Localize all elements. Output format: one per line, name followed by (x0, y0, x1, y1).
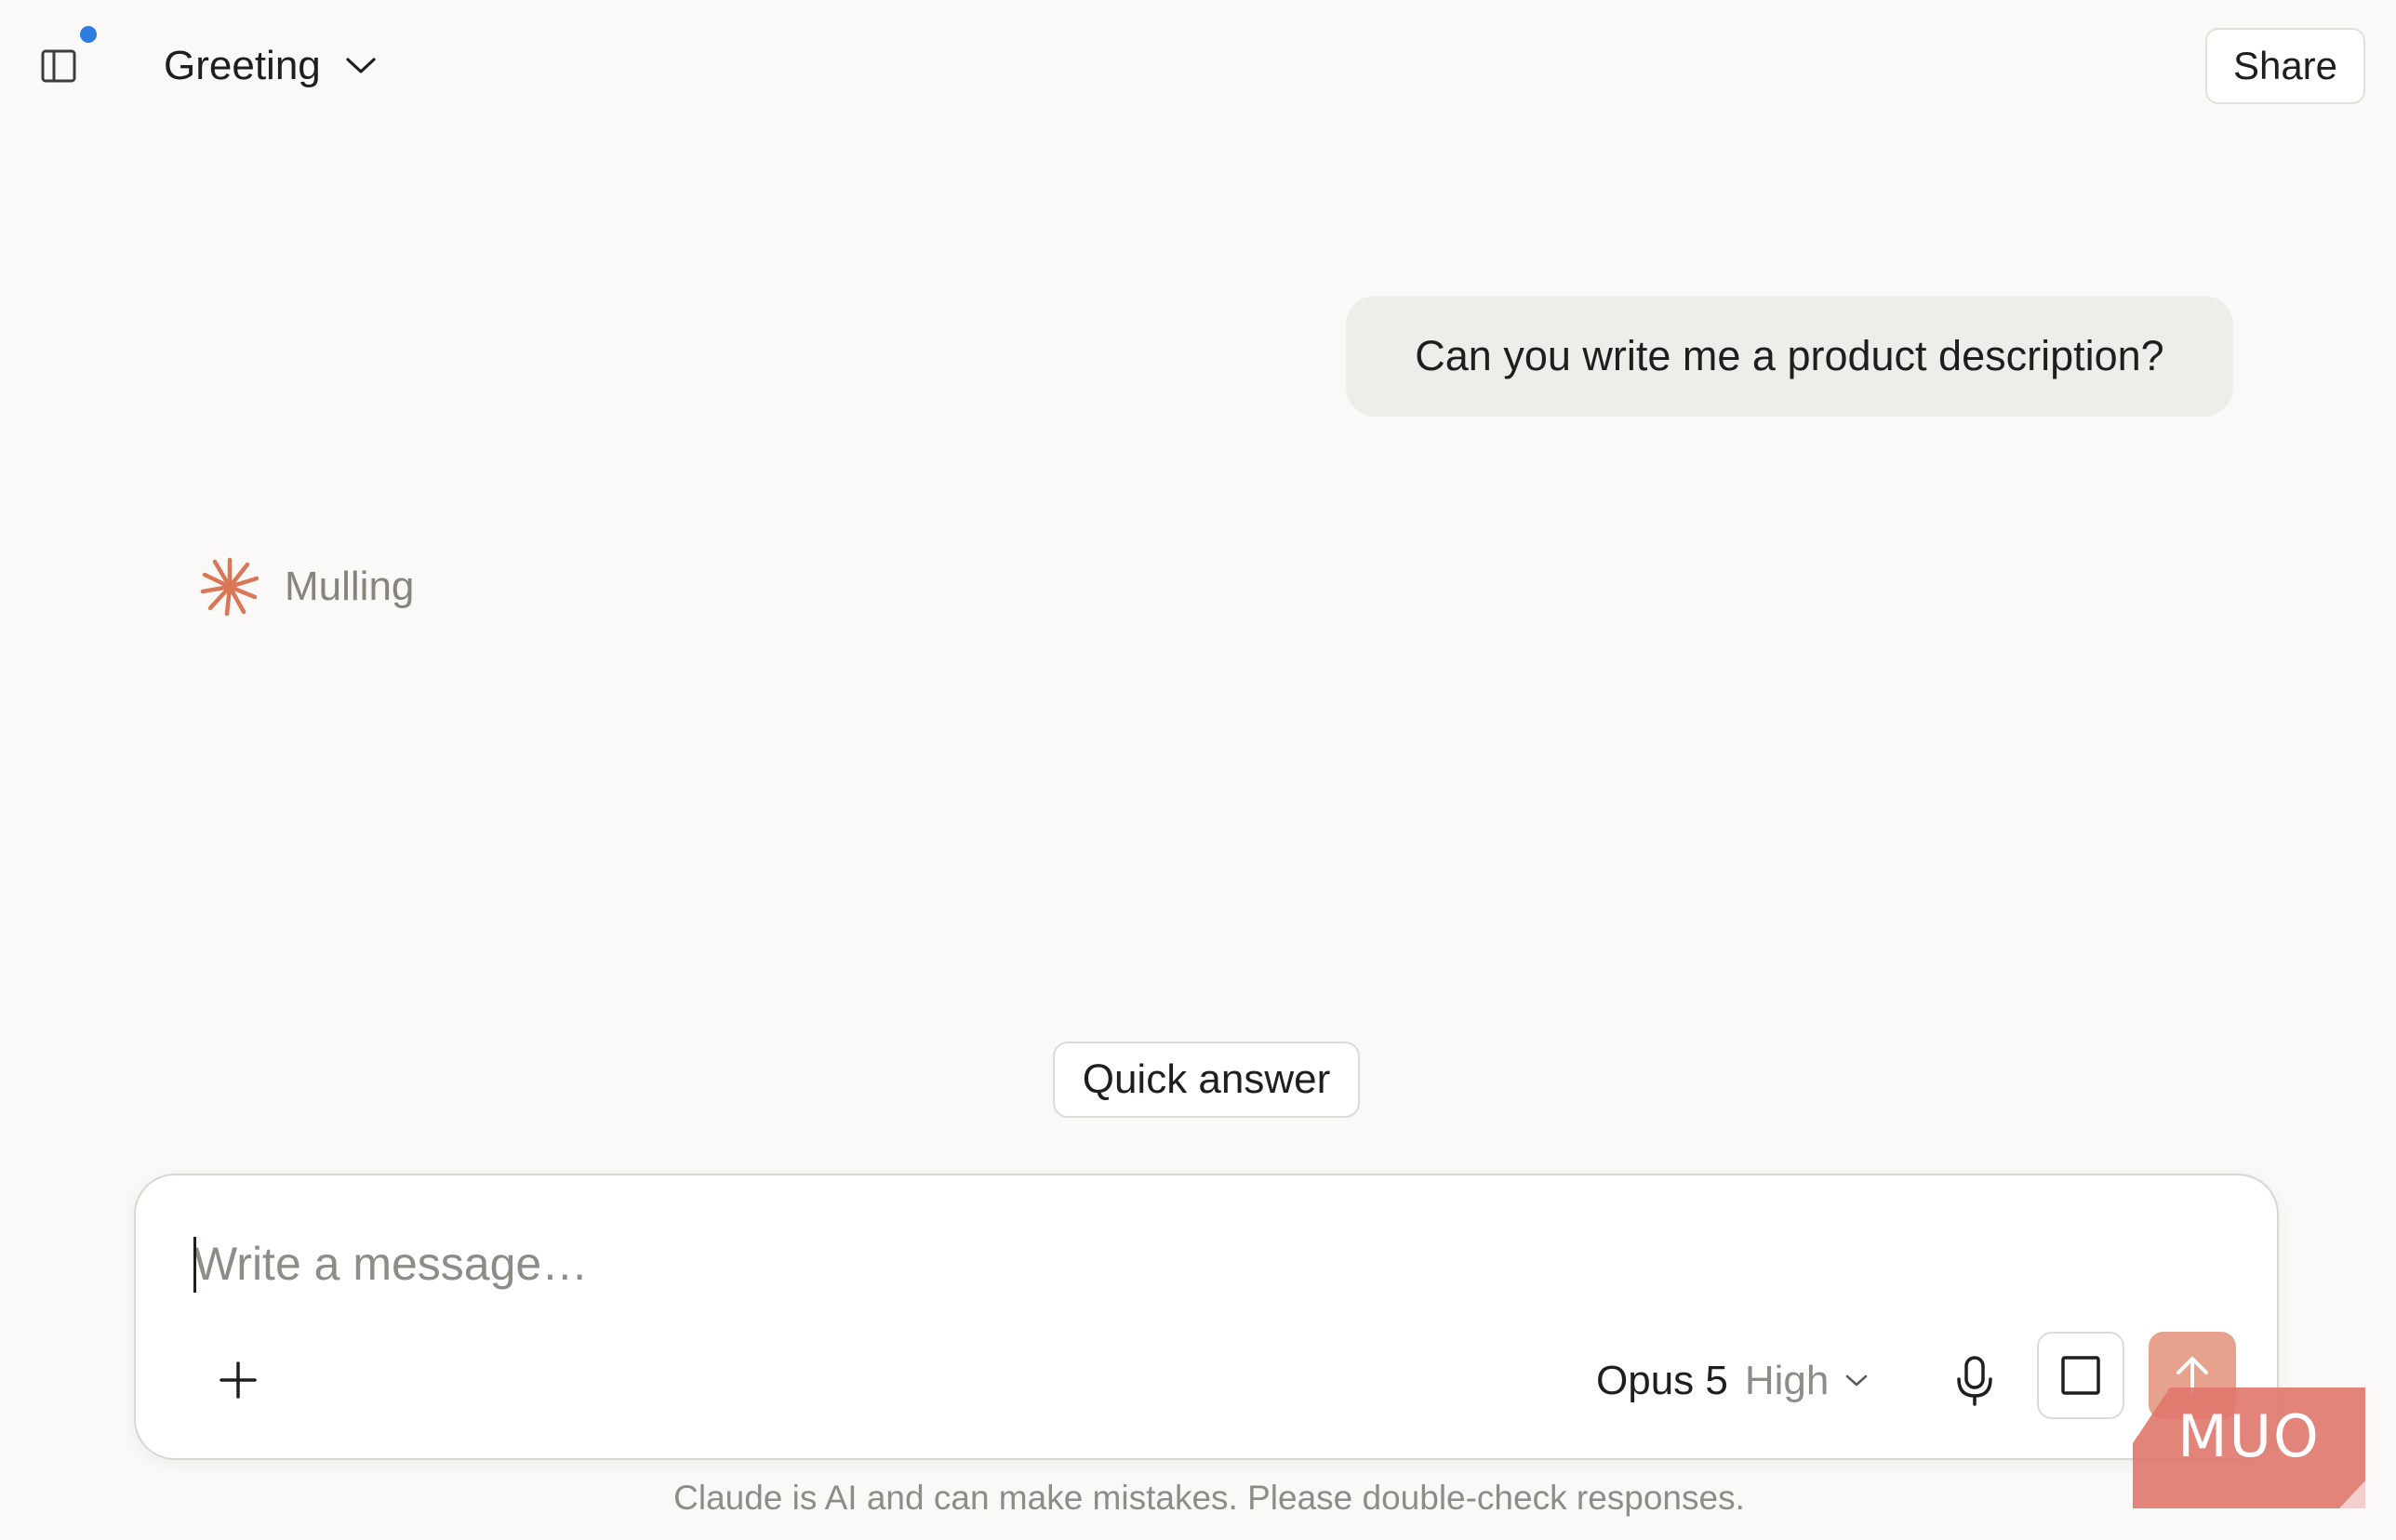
message-input[interactable] (193, 1231, 1496, 1296)
message-composer: Opus 5 High (134, 1174, 2279, 1460)
text-caret (193, 1237, 196, 1293)
notification-dot (80, 26, 97, 43)
model-name: Opus 5 (1596, 1358, 1728, 1403)
chat-app: Greeting Share Can you write me a produc… (0, 0, 2396, 1540)
voice-input-button[interactable] (1935, 1341, 2015, 1421)
microphone-icon (1957, 1356, 1992, 1406)
conversation-title: Greeting (164, 43, 321, 88)
model-selector[interactable]: Opus 5 High (1596, 1348, 1868, 1414)
stop-button[interactable] (2037, 1332, 2124, 1419)
sidebar-icon (41, 49, 76, 83)
assistant-status-text: Mulling (285, 564, 415, 609)
muo-watermark-logo: MUO (2133, 1387, 2365, 1508)
add-attachment-button[interactable] (201, 1343, 275, 1417)
conversation-title-menu[interactable]: Greeting (164, 33, 377, 99)
ai-disclaimer: Claude is AI and can make mistakes. Plea… (673, 1479, 1745, 1517)
sidebar-toggle-button[interactable] (33, 41, 84, 91)
stop-square-icon (2061, 1356, 2100, 1395)
quick-answer-button[interactable]: Quick answer (1053, 1042, 1360, 1118)
effort-level: High (1744, 1358, 1830, 1403)
claude-spark-icon (200, 557, 260, 617)
user-message: Can you write me a product description? (1346, 296, 2233, 417)
user-message-text: Can you write me a product description? (1415, 332, 2164, 379)
assistant-status: Mulling (199, 556, 414, 617)
plus-icon (220, 1361, 257, 1399)
chevron-down-icon (346, 58, 376, 73)
chevron-down-icon (1846, 1374, 1868, 1387)
watermark-text: MUO (2177, 1402, 2321, 1470)
share-button[interactable]: Share (2205, 28, 2365, 104)
